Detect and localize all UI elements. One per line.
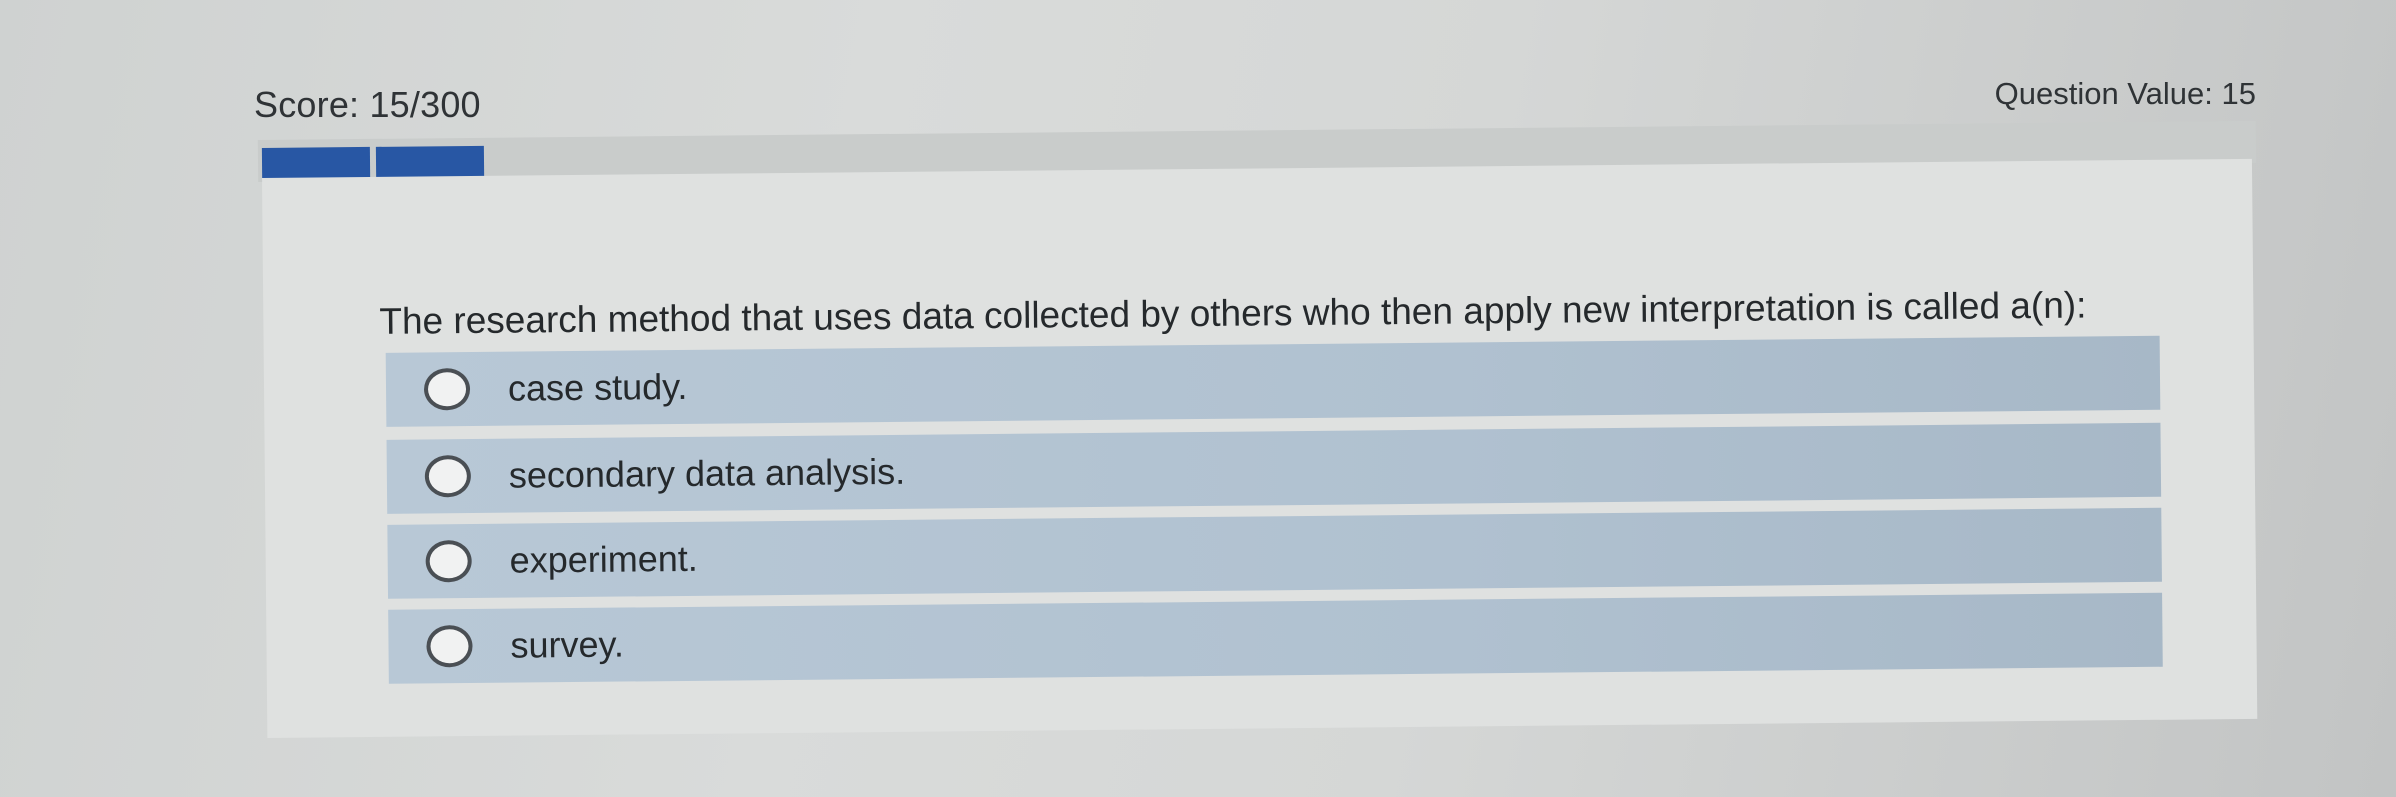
radio-button-icon[interactable] <box>423 368 471 411</box>
answer-option-label: secondary data analysis. <box>508 450 906 496</box>
answer-option-label: case study. <box>507 365 688 409</box>
question-text: The research method that uses data colle… <box>379 284 2087 342</box>
question-card: The research method that uses data colle… <box>262 158 2258 738</box>
question-value-label: Question Value: 15 <box>1994 76 2256 111</box>
score-label: Score: 15/300 <box>254 84 481 125</box>
quiz-page: Score: 15/300 Question Value: 15 The res… <box>0 0 2396 797</box>
answer-option-label: experiment. <box>509 537 698 581</box>
answer-option-secondary-data-analysis[interactable]: secondary data analysis. <box>386 422 2162 514</box>
radio-button-icon[interactable] <box>424 455 472 498</box>
answer-option-survey[interactable]: survey. <box>388 592 2163 684</box>
answer-option-label: survey. <box>510 623 625 666</box>
answer-option-experiment[interactable]: experiment. <box>387 507 2162 599</box>
answer-option-case-study[interactable]: case study. <box>385 335 2161 427</box>
radio-button-icon[interactable] <box>425 540 472 583</box>
radio-button-icon[interactable] <box>426 625 473 668</box>
